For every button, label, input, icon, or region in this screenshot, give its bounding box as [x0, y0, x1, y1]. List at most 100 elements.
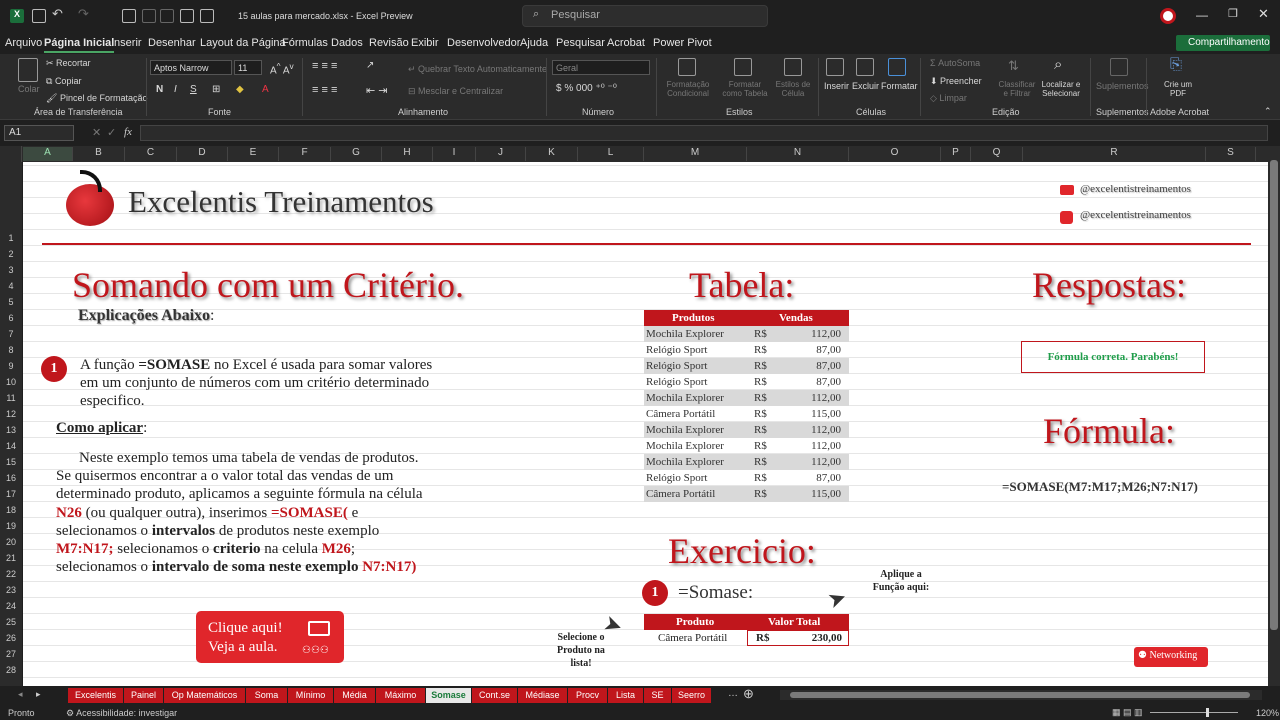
indent-icon[interactable]: ⇤ ⇥: [366, 84, 388, 97]
menu-power-pivot[interactable]: Power Pivot: [653, 37, 712, 49]
row-header[interactable]: 9: [0, 361, 22, 371]
product-select-cell[interactable]: Câmera Portátil: [658, 632, 727, 644]
row-header[interactable]: 28: [0, 665, 22, 675]
fill-button[interactable]: ⬇ Preencher: [930, 76, 982, 87]
column-header[interactable]: D: [177, 147, 228, 161]
save-icon[interactable]: [32, 9, 46, 23]
sheet-tab[interactable]: Cont.se: [472, 688, 518, 703]
column-header[interactable]: P: [941, 147, 971, 161]
column-header[interactable]: O: [849, 147, 941, 161]
orientation-icon[interactable]: ↗: [366, 60, 374, 71]
ribbon-collapse-icon[interactable]: ⌃: [1264, 106, 1272, 117]
print-preview-icon[interactable]: [180, 9, 194, 23]
column-header[interactable]: A: [23, 147, 73, 161]
share-button[interactable]: Compartilhamento: [1176, 35, 1270, 51]
row-header[interactable]: 3: [0, 265, 22, 275]
column-header[interactable]: E: [228, 147, 279, 161]
row-header[interactable]: 24: [0, 601, 22, 611]
row-header[interactable]: 6: [0, 313, 22, 323]
horizontal-scrollbar[interactable]: [780, 690, 1262, 700]
column-header[interactable]: R: [1023, 147, 1206, 161]
delete-cells-icon[interactable]: [856, 58, 874, 76]
menu-desenvolvedor[interactable]: Desenvolvedor: [447, 37, 520, 49]
sheet-tab[interactable]: Média: [334, 688, 376, 703]
table-row[interactable]: Relógio Sport R$ 87,00: [644, 358, 849, 374]
hscroll-thumb[interactable]: [790, 692, 1250, 698]
menu-revisao[interactable]: Revisão: [369, 37, 409, 49]
row-header[interactable]: 10: [0, 377, 22, 387]
autosum-button[interactable]: Σ AutoSoma: [930, 58, 980, 68]
cut-button[interactable]: ✂ Recortar: [46, 58, 91, 69]
table-row[interactable]: Relógio Sport R$ 87,00: [644, 342, 849, 358]
accessibility-status[interactable]: ⚙ Acessibilidade: investigar: [66, 708, 177, 719]
sheet-tab[interactable]: Máximo: [376, 688, 426, 703]
delete-cells-label[interactable]: Excluir: [852, 81, 879, 91]
borders-icon[interactable]: ⊞: [212, 84, 220, 95]
column-header[interactable]: F: [279, 147, 331, 161]
quick-print-icon[interactable]: [200, 9, 214, 23]
menu-ajuda[interactable]: Ajuda: [520, 37, 548, 49]
redo-icon[interactable]: ↷: [78, 6, 89, 22]
row-header[interactable]: 25: [0, 617, 22, 627]
fill-color-icon[interactable]: ◆: [236, 84, 244, 95]
sheet-tab[interactable]: Painel: [124, 688, 164, 703]
paste-icon[interactable]: [18, 58, 38, 82]
vertical-scrollbar[interactable]: [1268, 146, 1280, 686]
font-grow-icon[interactable]: A^ Av: [270, 61, 294, 76]
sheet-tab[interactable]: Op Matemáticos: [164, 688, 246, 703]
format-cells-label[interactable]: Formatar: [881, 81, 918, 91]
row-header[interactable]: 26: [0, 633, 22, 643]
enter-icon[interactable]: ✓: [107, 126, 116, 139]
row-header[interactable]: 23: [0, 585, 22, 595]
column-header[interactable]: L: [578, 147, 644, 161]
insert-function-icon[interactable]: fx: [124, 126, 132, 138]
column-header[interactable]: M: [644, 147, 747, 161]
table-row[interactable]: Mochila Explorer R$ 112,00: [644, 390, 849, 406]
table-row[interactable]: Câmera Portátil R$ 115,00: [644, 486, 849, 502]
sheet-tab[interactable]: Médiase: [518, 688, 568, 703]
conditional-format-label[interactable]: Formatação Condicional: [662, 80, 714, 98]
menu-formulas[interactable]: Fórmulas: [282, 37, 328, 49]
watch-lesson-button[interactable]: Clique aqui! Veja a aula. ⚇⚇⚇: [196, 611, 344, 663]
networking-button[interactable]: ⚉ Networking: [1134, 647, 1208, 667]
table-row[interactable]: Relógio Sport R$ 87,00: [644, 374, 849, 390]
normal-view-icon[interactable]: ▦ ▤ ▥: [1112, 707, 1143, 718]
print-icon[interactable]: [160, 9, 174, 23]
minimize-icon[interactable]: —: [1196, 8, 1208, 22]
search-input[interactable]: ⌕ Pesquisar: [522, 5, 768, 27]
youtube-handle[interactable]: @excelentistreinamentos: [1080, 183, 1191, 195]
insert-cells-icon[interactable]: [826, 58, 844, 76]
row-header[interactable]: 15: [0, 457, 22, 467]
menu-layout[interactable]: Layout da Página: [200, 37, 286, 49]
find-icon[interactable]: ⌕: [1054, 56, 1062, 73]
clear-button[interactable]: ◇ Limpar: [930, 93, 967, 104]
open-file-icon[interactable]: [142, 9, 156, 23]
paste-label[interactable]: Colar: [18, 84, 40, 94]
menu-inserir[interactable]: Inserir: [111, 37, 142, 49]
create-pdf-label[interactable]: Crie um PDF: [1158, 80, 1198, 98]
copy-button[interactable]: ⧉ Copiar: [46, 76, 81, 87]
prev-sheet-icon[interactable]: ◂: [18, 689, 23, 700]
wrap-text-button[interactable]: ↵ Quebrar Texto Automaticamente: [408, 64, 547, 75]
underline-icon[interactable]: S: [190, 84, 197, 95]
menu-exibir[interactable]: Exibir: [411, 37, 439, 49]
row-header[interactable]: 18: [0, 505, 22, 515]
font-size-select[interactable]: 11: [234, 60, 262, 75]
sort-filter-icon[interactable]: ⇅: [1008, 58, 1019, 74]
table-row[interactable]: Mochila Explorer R$ 112,00: [644, 326, 849, 342]
menu-arquivo[interactable]: Arquivo: [5, 37, 42, 49]
cancel-icon[interactable]: ✕: [92, 126, 101, 139]
column-header[interactable]: Q: [971, 147, 1023, 161]
table-row[interactable]: Relógio Sport R$ 87,00: [644, 470, 849, 486]
number-format-select[interactable]: Geral: [552, 60, 650, 75]
youtube-icon[interactable]: [1060, 185, 1074, 195]
column-header[interactable]: H: [382, 147, 433, 161]
menu-pagina-inicial[interactable]: Página Inicial: [44, 37, 115, 53]
row-header[interactable]: 22: [0, 569, 22, 579]
row-header[interactable]: 1: [0, 233, 22, 243]
currency-icon[interactable]: $ % 000 ⁺⁰ ⁻⁰: [556, 83, 617, 94]
row-header[interactable]: 14: [0, 441, 22, 451]
row-header[interactable]: 13: [0, 425, 22, 435]
menu-acrobat[interactable]: Acrobat: [607, 37, 645, 49]
row-header[interactable]: 16: [0, 473, 22, 483]
